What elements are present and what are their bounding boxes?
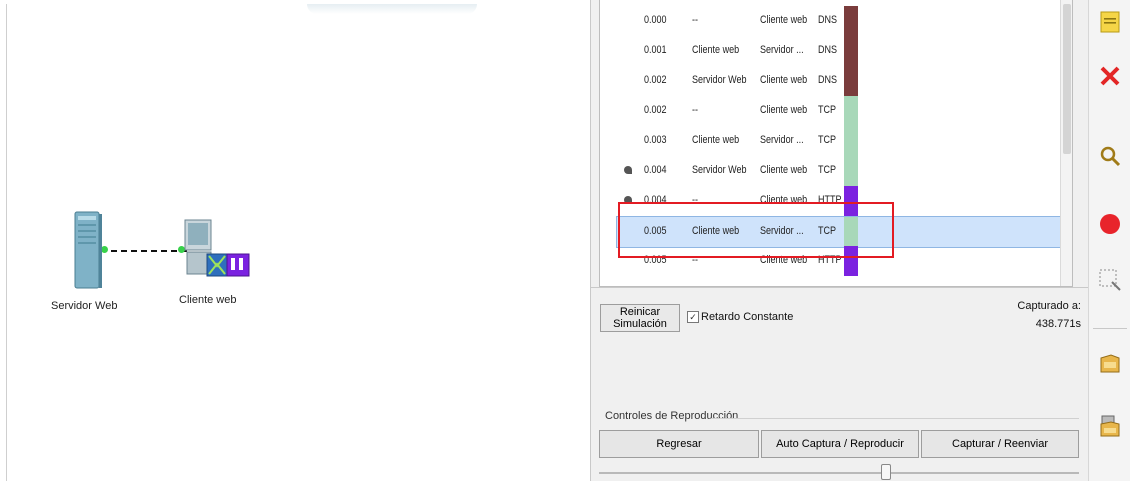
event-at-device: Servidor ... bbox=[760, 44, 804, 56]
back-button[interactable]: Regresar bbox=[599, 430, 759, 458]
complex-pdu-icon[interactable] bbox=[1098, 414, 1122, 438]
event-last-device: Servidor Web bbox=[692, 74, 747, 86]
auto-capture-play-button[interactable]: Auto Captura / Reproducir bbox=[761, 430, 919, 458]
event-time: 0.004 bbox=[644, 164, 667, 176]
constant-delay-label: Retardo Constante bbox=[701, 311, 794, 323]
event-row[interactable]: 0.004 Servidor Web Cliente web TCP bbox=[600, 156, 1060, 186]
event-type: TCP bbox=[818, 104, 837, 116]
event-list-scrollbar[interactable] bbox=[1060, 0, 1072, 286]
event-last-device: Servidor Web bbox=[692, 164, 747, 176]
eye-icon bbox=[624, 166, 632, 174]
playback-section-label: Controles de Reproducción bbox=[605, 410, 739, 422]
speed-slider[interactable] bbox=[599, 472, 1079, 474]
resize-icon[interactable] bbox=[1098, 268, 1122, 292]
logical-workspace[interactable]: Servidor Web Cliente web bbox=[6, 4, 579, 481]
event-type: TCP bbox=[818, 134, 837, 146]
section-rule bbox=[711, 418, 1079, 419]
reset-simulation-button[interactable]: Reinicar Simulación bbox=[600, 304, 680, 332]
captured-value: 438.771s bbox=[1035, 318, 1081, 330]
panel-divider bbox=[591, 287, 1089, 288]
event-color-swatch[interactable] bbox=[844, 96, 858, 126]
event-row[interactable]: 0.001 Cliente web Servidor ... DNS bbox=[600, 36, 1060, 66]
event-at-device: Cliente web bbox=[760, 104, 808, 116]
server-icon[interactable] bbox=[73, 210, 103, 290]
event-last-device: Cliente web bbox=[692, 44, 740, 56]
event-time: 0.000 bbox=[644, 14, 667, 26]
event-color-swatch[interactable] bbox=[844, 66, 858, 96]
event-last-device: Cliente web bbox=[692, 134, 740, 146]
event-type: DNS bbox=[818, 74, 838, 86]
event-color-swatch[interactable] bbox=[844, 156, 858, 186]
event-type: TCP bbox=[818, 164, 837, 176]
event-at-device: Cliente web bbox=[760, 164, 808, 176]
event-type: DNS bbox=[818, 44, 838, 56]
pc-icon[interactable] bbox=[183, 218, 263, 280]
window-edge-decoration bbox=[307, 4, 477, 14]
captured-label: Capturado a: bbox=[1017, 300, 1081, 312]
event-time: 0.002 bbox=[644, 74, 667, 86]
event-time: 0.002 bbox=[644, 104, 667, 116]
speed-slider-handle[interactable] bbox=[881, 464, 891, 480]
event-row[interactable]: 0.003 Cliente web Servidor ... TCP bbox=[600, 126, 1060, 156]
event-last-device: -- bbox=[692, 14, 699, 26]
event-at-device: Cliente web bbox=[760, 14, 808, 26]
event-type: DNS bbox=[818, 14, 838, 26]
capture-forward-button[interactable]: Capturar / Reenviar bbox=[921, 430, 1079, 458]
event-list[interactable]: 0.000 -- Cliente web DNS 0.001 Cliente web Ser… bbox=[599, 0, 1073, 287]
event-at-device: Servidor ... bbox=[760, 134, 804, 146]
highlight-annotation bbox=[618, 202, 894, 258]
scrollbar-thumb[interactable] bbox=[1063, 4, 1071, 154]
event-row[interactable]: 0.002 -- Cliente web TCP bbox=[600, 96, 1060, 126]
server-label: Servidor Web bbox=[51, 300, 118, 312]
simple-pdu-icon[interactable] bbox=[1098, 352, 1122, 376]
delete-icon[interactable] bbox=[1098, 64, 1122, 88]
event-row[interactable]: 0.002 Servidor Web Cliente web DNS bbox=[600, 66, 1060, 96]
event-color-swatch[interactable] bbox=[844, 6, 858, 36]
event-at-device: Cliente web bbox=[760, 74, 808, 86]
ethernet-link[interactable] bbox=[101, 250, 187, 252]
inspect-icon[interactable] bbox=[1098, 144, 1122, 168]
toolbar-separator bbox=[1093, 328, 1127, 329]
record-icon[interactable] bbox=[1098, 212, 1122, 236]
event-row[interactable]: 0.000 -- Cliente web DNS bbox=[600, 6, 1060, 36]
event-last-device: -- bbox=[692, 104, 699, 116]
right-toolbar bbox=[1088, 0, 1130, 481]
constant-delay-checkbox[interactable]: ✓ bbox=[687, 311, 699, 323]
event-color-swatch[interactable] bbox=[844, 126, 858, 156]
event-time: 0.001 bbox=[644, 44, 667, 56]
client-label: Cliente web bbox=[179, 294, 237, 306]
event-time: 0.003 bbox=[644, 134, 667, 146]
note-icon[interactable] bbox=[1098, 10, 1122, 34]
event-color-swatch[interactable] bbox=[844, 36, 858, 66]
simulation-panel: 0.000 -- Cliente web DNS 0.001 Cliente web Ser… bbox=[590, 0, 1089, 481]
